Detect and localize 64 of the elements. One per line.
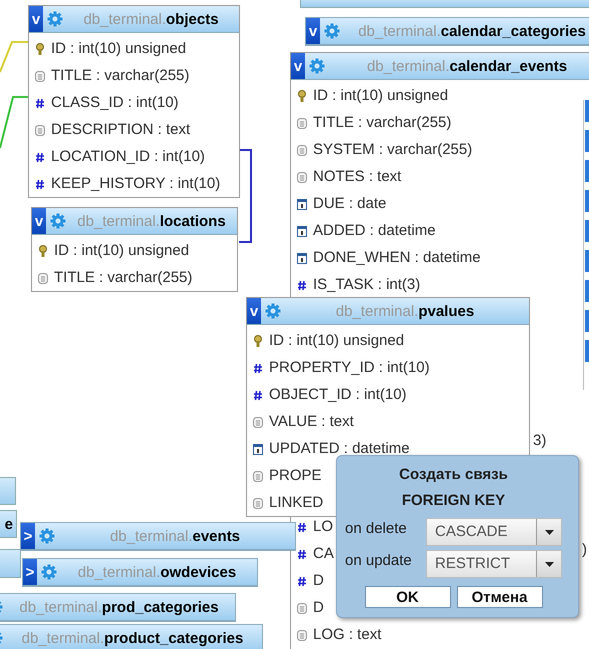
table-name: db_terminal.calendar_events [366,58,568,74]
column-name: ADDED : datetime [313,222,436,239]
table-header[interactable]: v db_terminal.locations [32,208,237,235]
table-header[interactable]: v db_terminal.calendar_categories [306,18,589,45]
select-field[interactable]: CASCADE [426,518,562,546]
column-name: D [313,599,324,616]
table-header[interactable]: v db_terminal.pvalues [247,298,529,325]
column-name: PROPERTY_ID : int(10) [269,359,430,376]
table-name: db_terminal.events [108,528,242,544]
column-name: DONE_WHEN : datetime [313,249,481,266]
toggle-button[interactable]: > [23,559,37,585]
table-name: db_terminal.objects [82,10,220,28]
column-name: OBJECT_ID : int(10) [269,386,407,403]
table-header[interactable]: db_terminal.prod_categories [0,594,235,621]
column-name: LOCATION_ID : int(10) [51,148,205,165]
column-name: TITLE : varchar(255) [313,114,452,131]
select-field[interactable]: RESTRICT [426,550,562,578]
column-name: CA [313,545,334,562]
table-name: db_terminal.calendar_categories [357,22,587,40]
column-name: 3) [533,432,546,449]
table-header[interactable]: > db_terminal.events [21,523,295,550]
column-name: IS_TASK : int(3) [313,276,420,293]
ok-button[interactable]: OK [364,586,450,608]
column-name: LOG : text [313,626,382,643]
column-name: DESCRIPTION : text [51,121,190,138]
table-name: e [4,516,14,532]
column-name: KEEP_HISTORY : int(10) [51,175,220,192]
column-name: D [313,572,324,589]
column-name: ID : int(10) unsigned [313,87,448,104]
column-name: CLASS_ID : int(10) [51,94,179,111]
table-header[interactable]: v db_terminal.objects [29,6,239,33]
toggle-button[interactable]: v [32,208,46,234]
column-name: ID : int(10) unsigned [54,242,190,259]
column-name: TITLE : varchar(255) [54,269,192,286]
column-name: VALUE : text [269,413,354,430]
field-label: on delete [345,520,407,537]
table-name: db_terminal.prod_categories [18,598,220,616]
column-name: DUE : date [313,195,386,212]
toggle-button[interactable]: v [306,18,320,44]
table-header[interactable]: db_terminal.product_categories [0,625,262,649]
toggle-button[interactable]: v [29,6,43,32]
dialog-title: Создать связь [399,466,508,483]
toggle-button[interactable]: v [247,298,261,324]
table-header[interactable]: > db_terminal.owdevices [23,559,257,586]
column-name: ID : int(10) unsigned [269,332,404,349]
table-name: db_terminal.pvalues [334,302,476,320]
column-name: NOTES : text [313,168,402,185]
column-name: UPDATED : datetime [269,440,410,457]
toggle-button[interactable]: v [291,53,305,79]
column-name: TITLE : varchar(255) [51,67,190,84]
column-name: LO [313,518,334,535]
table-name: db_terminal.owdevices [76,564,238,580]
table-header[interactable]: v db_terminal.calendar_events [291,53,589,80]
column-name: ) [582,541,587,558]
column-name: ID : int(10) unsigned [51,40,186,57]
table-name: db_terminal.product_categories [20,630,244,646]
column-name: LINKED [269,494,324,511]
field-label: on update [345,552,412,569]
dialog-subtitle: FOREIGN KEY [402,492,506,509]
toggle-button[interactable]: > [21,523,35,549]
table-name: db_terminal.locations [76,212,227,230]
column-name: PROPE [269,467,322,484]
cancel-button[interactable]: Отмена [456,586,542,608]
column-name: SYSTEM : varchar(255) [313,141,472,158]
